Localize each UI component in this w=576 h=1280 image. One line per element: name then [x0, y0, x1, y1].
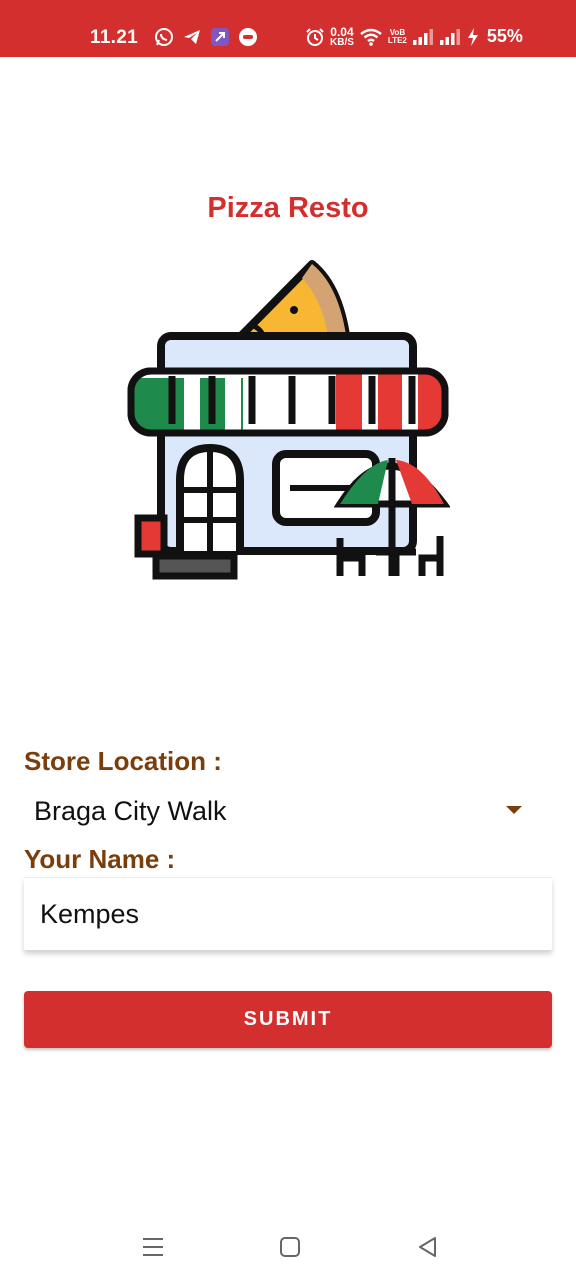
- whatsapp-icon: [155, 28, 173, 46]
- pizza-store-icon: [127, 260, 450, 580]
- volte-bottom: LTE2: [387, 35, 407, 45]
- signal-icon: [412, 28, 433, 45]
- back-icon[interactable]: [414, 1233, 442, 1261]
- name-input[interactable]: [40, 892, 520, 936]
- status-bar: 11.21 0.04 KB/S VoB LTE2 55%: [0, 0, 576, 57]
- alarm-icon: [306, 27, 324, 46]
- net-speed: 0.04 KB/S: [330, 26, 354, 48]
- home-icon[interactable]: [276, 1233, 304, 1261]
- system-nav-bar: [0, 1215, 576, 1275]
- charging-icon: [467, 27, 478, 46]
- chat-app-icon: [239, 28, 257, 46]
- wifi-icon: [360, 28, 382, 46]
- store-location-dropdown[interactable]: Braga City Walk: [24, 790, 552, 836]
- telegram-icon: [184, 30, 200, 44]
- your-name-label: Your Name :: [24, 844, 176, 874]
- store-location-value: Braga City Walk: [34, 796, 227, 826]
- signal-icon: [439, 28, 460, 45]
- volte-indicator: VoB LTE2: [387, 28, 407, 45]
- app-title: Pizza Resto: [207, 192, 369, 224]
- status-time: 11.21: [90, 27, 138, 48]
- battery-percent: 55%: [486, 26, 523, 46]
- store-location-label: Store Location :: [24, 746, 222, 776]
- dropdown-arrow-icon: [506, 806, 522, 814]
- name-field-container: [24, 877, 552, 950]
- net-speed-unit: KB/S: [330, 37, 354, 48]
- recent-apps-icon[interactable]: [139, 1233, 167, 1261]
- submit-button[interactable]: SUBMIT: [24, 991, 552, 1048]
- shortcut-app-icon: [211, 28, 229, 46]
